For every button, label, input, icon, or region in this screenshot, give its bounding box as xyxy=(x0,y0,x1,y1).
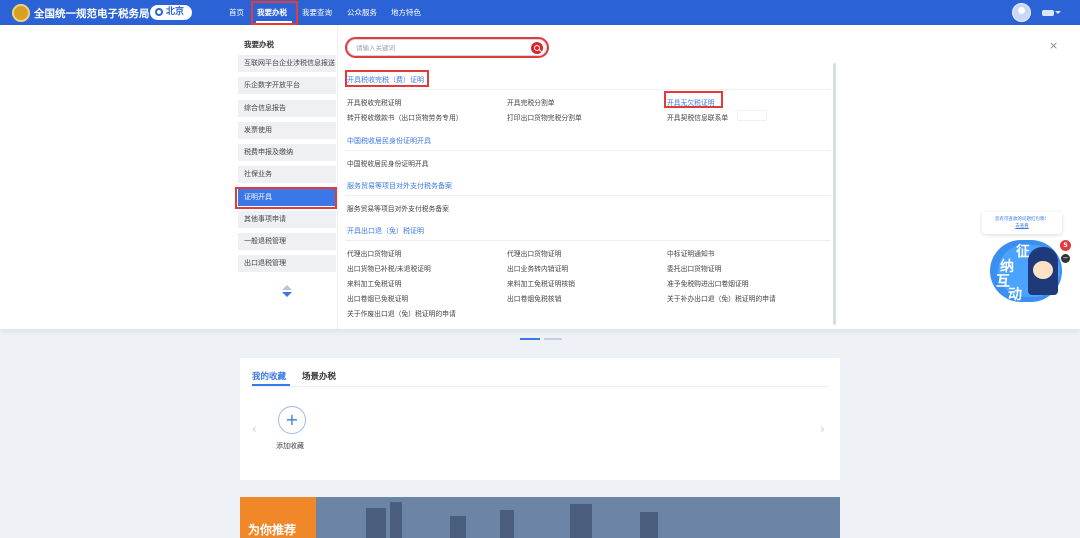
section-title-external-payment[interactable]: 服务贸易等项目对外支付税务备案 xyxy=(347,181,452,191)
nav-local-features[interactable]: 地方特色 xyxy=(391,0,421,25)
bubble-text: 您有可查收的问题红包噢！ xyxy=(995,217,1049,222)
link-highlight-box xyxy=(664,91,723,108)
notification-badge: 5 xyxy=(1060,240,1071,251)
sidebar-scroll-control[interactable] xyxy=(282,285,292,301)
link-print-export-split[interactable]: 打印出口货物完税分割单 xyxy=(507,112,582,122)
link-transfer-payment-book[interactable]: 转开税收缴款书（出口货物劳务专用） xyxy=(347,112,463,122)
city-selector[interactable]: 北京 xyxy=(150,5,193,20)
assistant-mascot-icon xyxy=(1028,247,1058,295)
link-entrusted-export[interactable]: 委托出口货物证明 xyxy=(667,263,721,273)
nav-public-service[interactable]: 公众服务 xyxy=(347,0,377,25)
scroll-up-icon[interactable] xyxy=(282,285,292,290)
link-processing-exempt-writeoff[interactable]: 来料加工免税证明核销 xyxy=(507,278,575,288)
link-residency-cert[interactable]: 中国税收居民身份证明开具 xyxy=(347,158,429,168)
sidebar-item-general-refund[interactable]: 一般退税管理 xyxy=(238,233,336,250)
user-menu-dropdown-icon[interactable] xyxy=(1042,10,1061,16)
sidebar-item-leqi-platform[interactable]: 乐企数字开放平台 xyxy=(238,77,336,94)
link-tax-payment-cert[interactable]: 开具税收完税证明 xyxy=(347,97,401,107)
sidebar-item-platform-report[interactable]: 互联网平台企业涉税信息报送 xyxy=(238,55,336,72)
sidebar-title: 我要办税 xyxy=(244,40,274,49)
bubble-view-link[interactable]: 去查看 xyxy=(982,223,1062,230)
tab-active-underline xyxy=(252,384,290,386)
banner-building xyxy=(366,508,386,538)
site-title[interactable]: 全国统一规范电子税务局 xyxy=(34,6,150,21)
section-divider xyxy=(345,150,831,151)
add-favorite-button[interactable]: + xyxy=(278,406,306,434)
section-title-residency-cert[interactable]: 中国税收居民身份证明开具 xyxy=(347,136,431,146)
link-cigarette-exempt-cert[interactable]: 出口卷烟已免税证明 xyxy=(347,293,408,303)
user-avatar-icon[interactable] xyxy=(1012,3,1031,22)
sidebar-item-invoice[interactable]: 发票使用 xyxy=(238,122,336,139)
top-header: 全国统一规范电子税务局 北京 首页 我要办税 我要查询 公众服务 地方特色 xyxy=(0,0,1080,25)
link-external-payment-filing[interactable]: 服务贸易等项目对外支付税务备案 xyxy=(347,203,449,213)
content-scrollbar[interactable] xyxy=(833,63,836,325)
sidebar-highlight-box xyxy=(235,187,337,209)
tax-handling-menu-panel: 我要办税 互联网平台企业涉税信息报送 乐企数字开放平台 综合信息报告 发票使用 … xyxy=(0,25,1080,329)
link-export-tax-paid-cert[interactable]: 出口货物已补税/未退税证明 xyxy=(347,263,431,273)
banner-building xyxy=(390,502,402,538)
recommend-label: 为你推荐 xyxy=(248,523,297,537)
location-pin-icon xyxy=(155,8,163,16)
link-deed-tax-contact[interactable]: 开具契税信息联系单 xyxy=(667,112,728,122)
link-bid-notice[interactable]: 中标证明通知书 xyxy=(667,248,715,258)
section-title-export-refund-cert[interactable]: 开具出口退（免）税证明 xyxy=(347,226,424,236)
recommend-banner[interactable]: 为你推荐 xyxy=(240,497,840,538)
tab-my-favorites[interactable]: 我的收藏 xyxy=(252,370,286,382)
mascot-face xyxy=(1033,261,1053,279)
scroll-down-icon[interactable] xyxy=(282,292,292,297)
next-arrow-icon[interactable]: › xyxy=(820,422,825,436)
sidebar-item-other-application[interactable]: 其他事项申请 xyxy=(238,211,336,228)
tax-emblem-logo xyxy=(12,4,30,22)
link-void-refund-cert[interactable]: 关于作废出口退（免）税证明的申请 xyxy=(347,308,456,318)
city-label: 北京 xyxy=(166,7,185,17)
assistant-char: 动 xyxy=(1008,287,1022,303)
section-divider xyxy=(345,89,831,90)
carousel-dot-active[interactable] xyxy=(520,338,540,340)
nav-highlight-box xyxy=(251,1,298,25)
section-divider xyxy=(345,240,831,241)
carousel-dot[interactable] xyxy=(544,338,562,340)
link-export-to-domestic[interactable]: 出口业务转内销证明 xyxy=(507,263,568,273)
panel-divider xyxy=(337,25,338,329)
nav-home[interactable]: 首页 xyxy=(229,0,244,25)
tab-scenario-tax[interactable]: 场景办税 xyxy=(302,370,336,382)
link-cigarette-purchase-cert[interactable]: 准予免税购进出口卷烟证明 xyxy=(667,278,749,288)
banner-building xyxy=(450,516,466,538)
section-highlight-box xyxy=(345,70,429,87)
sidebar-item-social-security[interactable]: 社保业务 xyxy=(238,166,336,183)
search-highlight-box xyxy=(345,37,549,58)
certificate-menu-content: 开具税收完税（费）证明 开具税收完税证明 开具完税分割单 开具无欠税证明 转开税… xyxy=(345,69,831,329)
link-payment-split[interactable]: 开具完税分割单 xyxy=(507,97,555,107)
add-favorite-label: 添加收藏 xyxy=(276,442,304,450)
banner-building xyxy=(570,504,592,538)
assistant-message-bubble[interactable]: 您有可查收的问题红包噢！ 去查看 xyxy=(982,212,1062,234)
favorites-card: 我的收藏 场景办税 ‹ + 添加收藏 › xyxy=(240,358,840,480)
link-export-agency-cert[interactable]: 代理出口货物证明 xyxy=(347,248,401,258)
link-export-agency-cert-2[interactable]: 代理出口货物证明 xyxy=(507,248,561,258)
sidebar-item-info-report[interactable]: 综合信息报告 xyxy=(238,100,336,117)
tab-divider xyxy=(252,386,828,387)
prev-arrow-icon[interactable]: ‹ xyxy=(252,422,257,436)
nav-query[interactable]: 我要查询 xyxy=(302,0,332,25)
section-divider xyxy=(345,195,831,196)
sidebar-item-declaration[interactable]: 税费申报及缴纳 xyxy=(238,144,336,161)
link-processing-exempt-cert[interactable]: 来料加工免税证明 xyxy=(347,278,401,288)
close-icon[interactable]: × xyxy=(1049,39,1058,52)
link-cigarette-exempt-writeoff[interactable]: 出口卷烟免税核销 xyxy=(507,293,561,303)
sidebar-item-export-refund[interactable]: 出口退税管理 xyxy=(238,255,336,272)
minimize-icon[interactable]: − xyxy=(1061,254,1070,263)
banner-building xyxy=(640,512,658,538)
faint-placeholder-button xyxy=(737,110,767,121)
link-reissue-refund-cert[interactable]: 关于补办出口退（免）税证明的申请 xyxy=(667,293,776,303)
banner-building xyxy=(500,510,514,538)
